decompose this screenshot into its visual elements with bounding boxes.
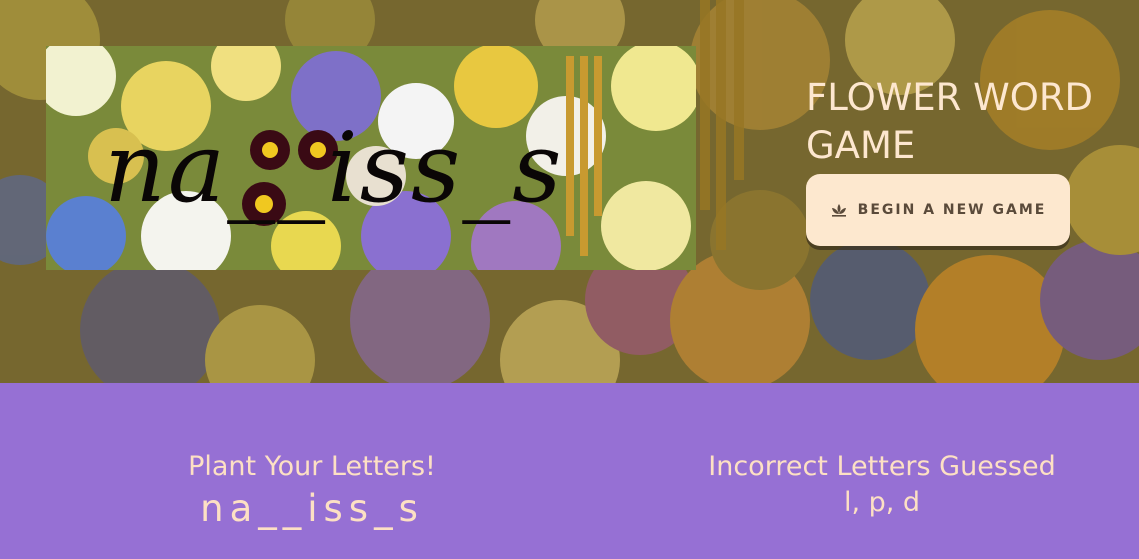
incorrect-letters-list: l, p, d — [843, 487, 921, 518]
incorrect-letters-heading: Incorrect Letters Guessed — [708, 451, 1056, 482]
page-title: FLOWER WORD GAME — [806, 76, 1094, 167]
hero-section: na__iss_s FLOWER WORD GAME BEGIN A NEW G… — [0, 0, 1139, 383]
game-panel: Plant Your Letters! na__iss_s Incorrect … — [0, 383, 1139, 559]
plant-letters-heading: Plant Your Letters! — [188, 451, 436, 482]
begin-new-game-label: BEGIN A NEW GAME — [857, 202, 1047, 218]
current-word-display: na__iss_s — [200, 487, 424, 530]
plant-letters-panel: Plant Your Letters! na__iss_s — [112, 449, 512, 531]
begin-new-game-button[interactable]: BEGIN A NEW GAME — [806, 174, 1070, 246]
word-banner: na__iss_s — [46, 46, 696, 270]
lotus-icon — [830, 203, 848, 217]
banner-word-image-text: na__iss_s — [104, 112, 564, 224]
incorrect-letters-panel: Incorrect Letters Guessed l, p, d — [682, 449, 1082, 521]
